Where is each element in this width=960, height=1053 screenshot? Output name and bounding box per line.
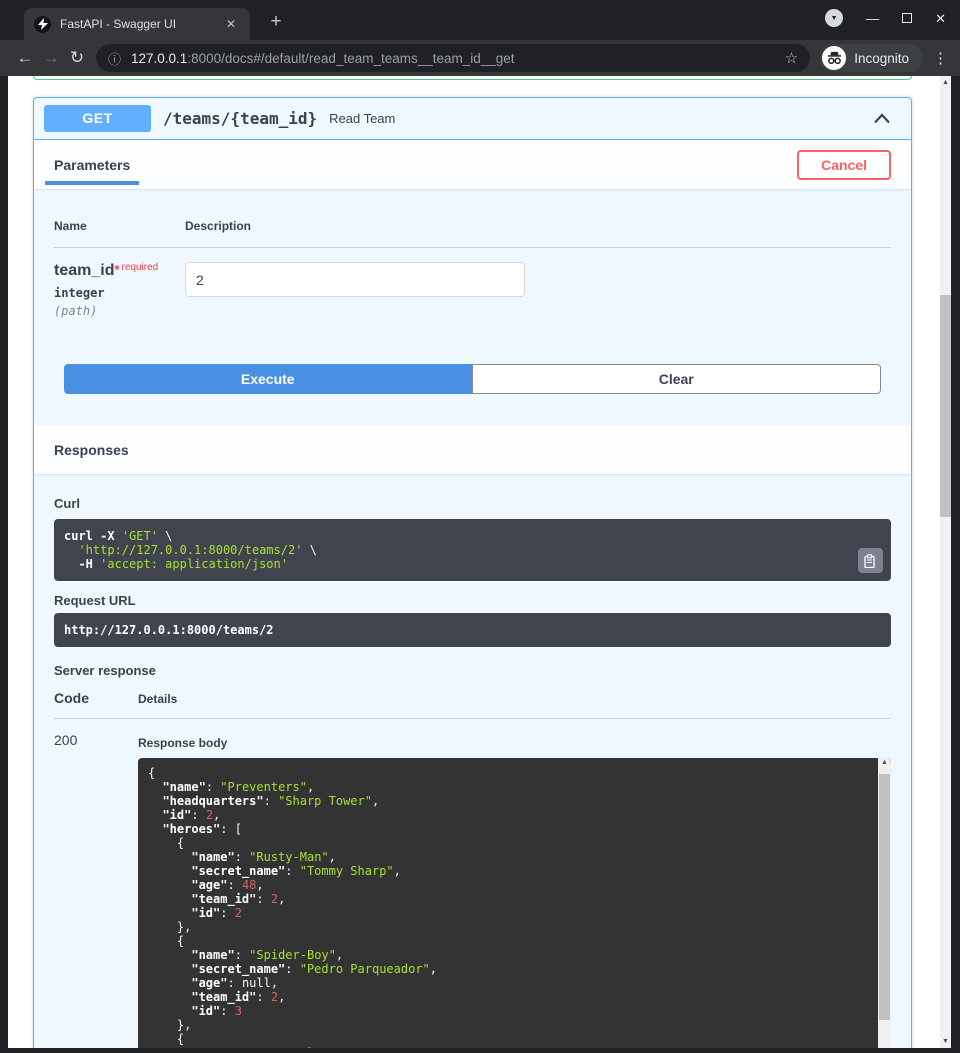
opblock-get-teams: GET /teams/{team_id} Read Team Parameter… <box>33 97 912 1048</box>
parameters-table-head: Name Description <box>54 209 891 248</box>
opblock-summary[interactable]: GET /teams/{team_id} Read Team <box>34 98 911 140</box>
browser-tab[interactable]: FastAPI - Swagger UI ✕ <box>24 8 250 40</box>
browser-window: FastAPI - Swagger UI ✕ + ▼ — ✕ ← → ↻ ⓘ 1… <box>0 0 960 1053</box>
required-asterisk: * <box>114 262 119 277</box>
parameter-row: team_id*required integer (path) <box>54 248 891 318</box>
request-url-value: http://127.0.0.1:8000/teams/2 <box>64 623 274 637</box>
new-tab-button[interactable]: + <box>264 11 288 35</box>
response-body-json: { "name": "Preventers", "headquarters": … <box>148 766 871 1048</box>
parameter-type: integer <box>54 286 185 300</box>
server-response-label: Server response <box>54 663 891 678</box>
swagger-content: GET /teams/{team_id} Read Team Parameter… <box>33 76 912 1048</box>
maximize-button[interactable] <box>902 13 912 23</box>
responses-area: Curl curl -X 'GET' \ 'http://127.0.0.1:8… <box>34 474 911 1048</box>
curl-command-block: curl -X 'GET' \ 'http://127.0.0.1:8000/t… <box>54 519 891 581</box>
response-body-block: { "name": "Preventers", "headquarters": … <box>138 758 891 1048</box>
close-button[interactable]: ✕ <box>935 12 946 25</box>
responses-section-header: Responses <box>34 425 911 474</box>
page-scrollbar[interactable]: ▲ ▼ <box>940 76 951 1048</box>
forward-icon[interactable]: → <box>38 48 64 68</box>
clear-button[interactable]: Clear <box>472 364 882 394</box>
url-path: :8000/docs#/default/read_team_teams__tea… <box>187 51 514 66</box>
reload-icon[interactable]: ↻ <box>64 48 90 68</box>
parameter-meta: team_id*required integer (path) <box>54 262 185 318</box>
column-header-details: Details <box>138 692 177 706</box>
previous-opblock-bottom-edge <box>33 76 912 80</box>
status-code: 200 <box>54 732 138 1048</box>
tab-title: FastAPI - Swagger UI <box>60 17 222 31</box>
response-body-scrollbar[interactable]: ▲ <box>878 758 891 1048</box>
incognito-icon <box>822 46 846 70</box>
url-host: 127.0.0.1 <box>131 51 187 66</box>
endpoint-summary: Read Team <box>329 111 395 126</box>
request-url-label: Request URL <box>54 593 891 608</box>
browser-toolbar: ← → ↻ ⓘ 127.0.0.1:8000/docs#/default/rea… <box>0 40 960 76</box>
parameters-area: Name Description team_id*required intege… <box>34 189 911 394</box>
minimize-button[interactable]: — <box>866 12 879 25</box>
browser-menu-icon[interactable]: ⋮ <box>933 49 948 67</box>
incognito-label: Incognito <box>854 51 909 66</box>
response-table-head: Code Details <box>54 690 891 719</box>
site-info-icon[interactable]: ⓘ <box>108 49 121 68</box>
team-id-input[interactable] <box>185 262 525 297</box>
required-label: required <box>122 262 159 273</box>
window-controls: ▼ — ✕ <box>825 9 946 27</box>
http-method-badge: GET <box>44 105 151 132</box>
cancel-button[interactable]: Cancel <box>797 150 891 180</box>
response-scrollbar-thumb[interactable] <box>879 774 890 1020</box>
parameters-section-header: Parameters Cancel <box>34 140 911 189</box>
scrollbar-up-arrow-icon[interactable]: ▲ <box>878 759 891 766</box>
responses-title: Responses <box>54 442 129 458</box>
tab-parameters: Parameters <box>45 144 139 185</box>
fastapi-favicon-icon <box>34 16 51 33</box>
collapse-chevron-icon[interactable] <box>873 113 891 124</box>
tab-close-icon[interactable]: ✕ <box>222 15 240 33</box>
tab-search-icon[interactable]: ▼ <box>825 9 843 27</box>
address-bar[interactable]: ⓘ 127.0.0.1:8000/docs#/default/read_team… <box>96 44 810 72</box>
execute-button-group: Execute Clear <box>64 364 881 394</box>
column-header-code: Code <box>54 690 138 706</box>
parameter-value-cell <box>185 262 525 318</box>
tab-bar: FastAPI - Swagger UI ✕ + ▼ — ✕ <box>0 0 960 40</box>
response-details-cell: Response body { "name": "Preventers", "h… <box>138 732 891 1048</box>
bookmark-star-icon[interactable]: ☆ <box>785 49 798 67</box>
endpoint-path: /teams/{team_id} <box>163 109 317 128</box>
column-header-name: Name <box>54 219 185 233</box>
response-row: 200 Response body { "name": "Preventers"… <box>54 719 891 1048</box>
curl-command-code: curl -X 'GET' \ 'http://127.0.0.1:8000/t… <box>64 529 851 571</box>
back-icon[interactable]: ← <box>12 48 38 68</box>
copy-to-clipboard-button[interactable] <box>858 548 883 573</box>
swagger-page: GET /teams/{team_id} Read Team Parameter… <box>8 76 940 1048</box>
request-url-block: http://127.0.0.1:8000/teams/2 <box>54 613 891 647</box>
parameter-location: (path) <box>54 304 185 318</box>
column-header-description: Description <box>185 219 251 233</box>
response-body-label: Response body <box>138 736 891 750</box>
page-scrollbar-up-icon[interactable]: ▲ <box>940 79 951 86</box>
incognito-badge: Incognito <box>820 44 923 72</box>
page-scrollbar-down-icon[interactable]: ▼ <box>940 1038 951 1045</box>
url-text[interactable]: 127.0.0.1:8000/docs#/default/read_team_t… <box>131 51 777 66</box>
curl-label: Curl <box>54 496 891 511</box>
parameter-name: team_id*required <box>54 262 185 280</box>
execute-button[interactable]: Execute <box>64 364 472 394</box>
page-scrollbar-thumb[interactable] <box>940 295 951 517</box>
